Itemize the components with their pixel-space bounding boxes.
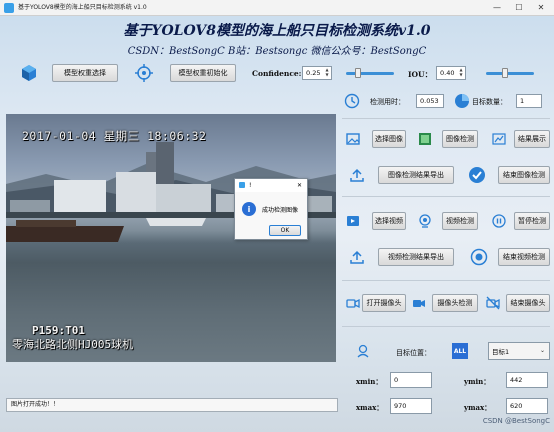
dialog-ok-button[interactable]: OK bbox=[269, 225, 301, 236]
app-logo-icon bbox=[4, 3, 14, 13]
end-image-detect-button[interactable]: 结束图像检测 bbox=[498, 166, 550, 184]
app-subtitle: CSDN：BestSongC B站：Bestsongc 微信公众号：BestSo… bbox=[127, 46, 427, 57]
all-badge: ALL bbox=[452, 343, 468, 359]
close-button[interactable]: ✕ bbox=[530, 0, 552, 16]
chevron-down-icon: ⌄ bbox=[539, 347, 545, 354]
pause-detect-button[interactable]: 暂停检测 bbox=[514, 212, 550, 230]
cube-icon bbox=[20, 64, 38, 82]
clock-icon bbox=[344, 93, 360, 109]
status-bar: 图片打开成功！！ bbox=[6, 398, 338, 412]
dialog-close-button[interactable]: ✕ bbox=[297, 179, 302, 192]
upload-icon bbox=[350, 168, 364, 182]
target-select[interactable]: 目标1 ⌄ bbox=[488, 342, 550, 360]
target-select-value: 目标1 bbox=[492, 348, 510, 356]
confidence-label: Confidence: bbox=[252, 69, 302, 78]
video-timestamp: 2017-01-04 星期三 18:06:32 bbox=[22, 129, 207, 143]
camera-detect-button[interactable]: 摄像头检测 bbox=[432, 294, 478, 312]
video-detect-button[interactable]: 视频检测 bbox=[442, 212, 478, 230]
iou-label: IOU： bbox=[408, 70, 433, 79]
target-count-label: 目标数量： bbox=[472, 98, 507, 106]
image-detect-button[interactable]: 图像检测 bbox=[442, 130, 478, 148]
spin-arrows-icon[interactable]: ▲ ▼ bbox=[324, 67, 330, 78]
upload-icon bbox=[350, 250, 364, 264]
xmax-label: xmax： bbox=[356, 403, 384, 412]
spin-arrows-icon[interactable]: ▲ ▼ bbox=[458, 67, 464, 78]
iou-value: 0.40 bbox=[440, 69, 455, 77]
end-camera-button[interactable]: 结束摄像头 bbox=[506, 294, 550, 312]
camera-location: 零海北路北侧HJ005球机 bbox=[12, 338, 134, 351]
target-position-label: 目标位置： bbox=[396, 349, 431, 357]
show-result-button[interactable]: 结果展示 bbox=[514, 130, 550, 148]
window-title: 基于YOLOV8模型的海上船只目标检测系统 v1.0 bbox=[18, 4, 147, 11]
window-titlebar: 基于YOLOV8模型的海上船只目标检测系统 v1.0 — ☐ ✕ bbox=[0, 0, 554, 16]
location-pin-icon bbox=[356, 344, 370, 358]
camera-video-icon bbox=[346, 296, 360, 310]
camera-detect-icon bbox=[412, 296, 426, 310]
target-icon bbox=[135, 64, 153, 82]
webcam-icon bbox=[418, 214, 432, 228]
ymax-field: 620 bbox=[506, 398, 548, 414]
xmax-field: 970 bbox=[390, 398, 432, 414]
confidence-value: 0.25 bbox=[306, 69, 321, 77]
info-icon: i bbox=[242, 202, 256, 216]
export-image-result-button[interactable]: 图像检测结果导出 bbox=[378, 166, 454, 184]
confidence-slider[interactable] bbox=[346, 72, 394, 75]
stop-circle-icon bbox=[470, 248, 488, 266]
iou-slider-handle[interactable] bbox=[502, 68, 509, 78]
model-select-button[interactable]: 模型权重选择 bbox=[52, 64, 118, 82]
dialog-app-icon bbox=[239, 182, 245, 188]
iou-slider[interactable] bbox=[486, 72, 534, 75]
iou-spinbox[interactable]: 0.40 ▲ ▼ bbox=[436, 66, 466, 80]
select-image-button[interactable]: 选择图像 bbox=[372, 130, 406, 148]
app-title: 基于YOLOV8模型的海上船只目标检测系统v1.0 bbox=[123, 23, 431, 39]
divider bbox=[342, 280, 550, 281]
dialog-message: 成功检测图像 bbox=[262, 207, 299, 214]
detect-time-label: 检测用时： bbox=[370, 98, 405, 106]
line-chart-icon bbox=[492, 132, 506, 146]
confidence-spinbox[interactable]: 0.25 ▲ ▼ bbox=[302, 66, 332, 80]
end-video-detect-button[interactable]: 结束视频检测 bbox=[498, 248, 550, 266]
dialog-title: ! bbox=[249, 182, 252, 189]
watermark: CSDN @BestSongC bbox=[482, 417, 550, 425]
dialog-titlebar: ! ✕ bbox=[235, 179, 307, 192]
target-count-field: 1 bbox=[516, 94, 542, 108]
select-video-button[interactable]: 选择视频 bbox=[372, 212, 406, 230]
open-camera-button[interactable]: 打开摄像头 bbox=[362, 294, 406, 312]
model-init-button[interactable]: 模型权重初始化 bbox=[170, 64, 236, 82]
video-icon bbox=[346, 214, 360, 228]
image-icon bbox=[346, 132, 360, 146]
pause-icon bbox=[492, 214, 506, 228]
image-detect-icon bbox=[418, 132, 432, 146]
pie-chart-icon bbox=[454, 93, 470, 109]
ymin-field: 442 bbox=[506, 372, 548, 388]
export-video-result-button[interactable]: 视频检测结果导出 bbox=[378, 248, 454, 266]
divider bbox=[342, 118, 550, 119]
check-circle-icon bbox=[468, 166, 486, 184]
confidence-slider-handle[interactable] bbox=[355, 68, 361, 78]
xmin-label: xmin： bbox=[356, 377, 383, 386]
minimize-button[interactable]: — bbox=[486, 0, 508, 16]
divider bbox=[342, 196, 550, 197]
ymax-label: ymax： bbox=[464, 403, 492, 412]
detect-time-field: 0.053 bbox=[416, 94, 444, 108]
maximize-button[interactable]: ☐ bbox=[508, 0, 530, 16]
ymin-label: ymin： bbox=[464, 377, 491, 386]
camera-off-icon bbox=[486, 296, 500, 310]
message-dialog: ! ✕ i 成功检测图像 OK bbox=[234, 178, 308, 240]
xmin-field: 0 bbox=[390, 372, 432, 388]
divider bbox=[342, 326, 550, 327]
